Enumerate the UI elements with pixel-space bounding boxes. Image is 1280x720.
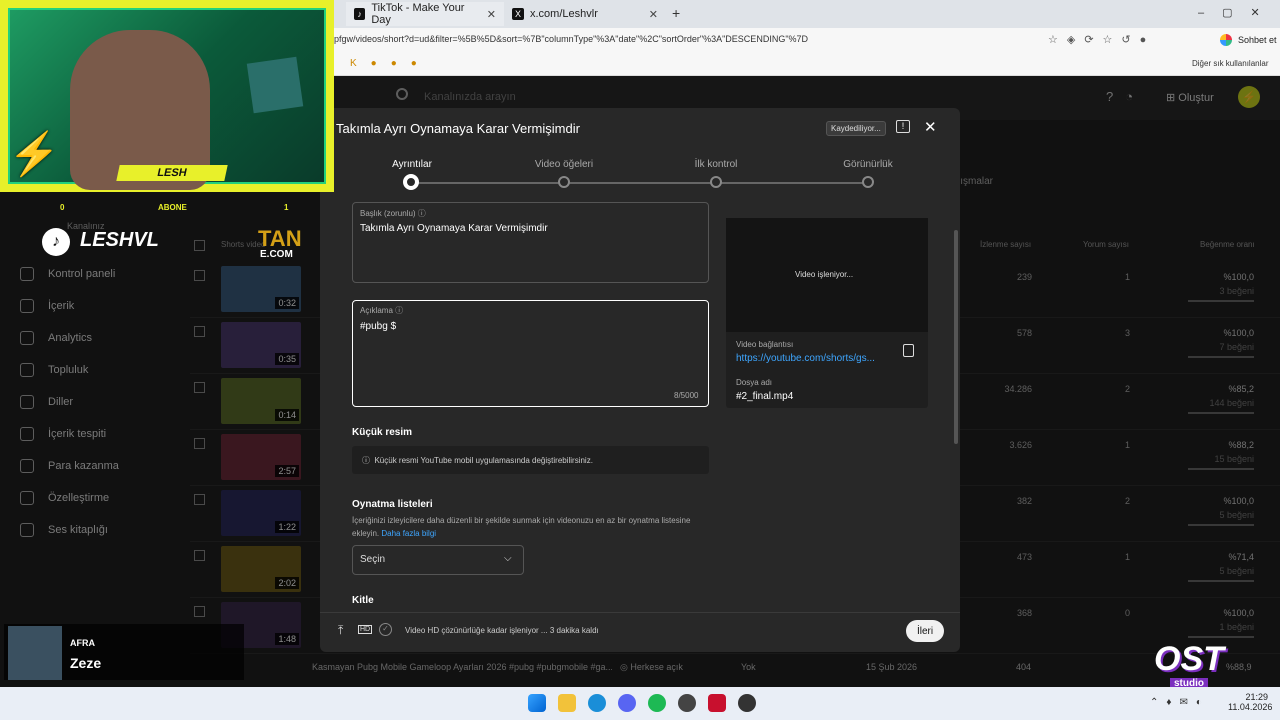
description-input[interactable]: #pubg $	[360, 321, 396, 332]
playlist-desc: İçeriğinizi izleyicilere daha düzenli bi…	[352, 516, 691, 538]
close-tab-icon[interactable]: ✕	[649, 8, 658, 21]
copy-icon[interactable]	[903, 344, 914, 357]
step-dot	[558, 176, 570, 188]
tan-logo-sub: E.COM	[260, 249, 293, 260]
tiktok-logo-icon: ♪	[42, 228, 70, 256]
dialog-title: Takımla Ayrı Oynamaya Karar Vermişimdir	[336, 121, 580, 136]
dialog-scrollbar[interactable]	[954, 230, 958, 444]
browser-toolbar-icons[interactable]: ☆◈⟳☆↺●	[1048, 33, 1155, 46]
follow-count: 0	[60, 203, 65, 212]
step-video-elements[interactable]: Video öğeleri	[504, 159, 624, 170]
step-dot-active	[403, 174, 419, 190]
copilot-icon[interactable]	[1220, 34, 1232, 46]
other-bookmarks[interactable]: Diğer sık kullanılanlar	[1192, 59, 1268, 68]
album-art	[8, 626, 62, 680]
next-button[interactable]: İleri	[906, 620, 944, 642]
app-icon[interactable]	[708, 694, 726, 712]
wall-poster	[246, 56, 304, 114]
playlist-heading: Oynatma listeleri	[352, 499, 433, 510]
file-explorer-icon[interactable]	[558, 694, 576, 712]
step-dot	[710, 176, 722, 188]
abone-label: ABONE	[158, 203, 187, 212]
stepper-line	[410, 182, 868, 184]
chevron-down-icon: ⌵	[504, 553, 512, 564]
link-label: Video bağlantısı	[736, 340, 794, 349]
step-details[interactable]: Ayrıntılar	[352, 159, 472, 170]
lightning-icon: ⚡	[8, 130, 61, 177]
processing-status: Video HD çözünürlüğe kadar işleniyor ...…	[405, 626, 599, 635]
playlist-select-label: Seçin	[360, 554, 386, 565]
close-icon[interactable]: ✕	[924, 118, 937, 136]
processing-label: Video işleniyor...	[795, 270, 854, 279]
window-controls[interactable]: –▢✕	[1198, 6, 1278, 19]
step-dot	[862, 176, 874, 188]
thumbnail-heading: Küçük resim	[352, 427, 413, 438]
check-icon: ✓	[379, 623, 392, 636]
step-checks[interactable]: İlk kontrol	[656, 159, 776, 170]
music-title: Zeze	[70, 655, 102, 671]
start-icon[interactable]	[528, 694, 546, 712]
description-label: Açıklama ⓘ	[360, 306, 404, 315]
tab-x[interactable]: Xx.com/Leshvlr ✕	[504, 2, 666, 26]
new-tab-icon[interactable]: +	[672, 5, 680, 21]
taskbar	[0, 687, 1280, 720]
discord-icon[interactable]	[618, 694, 636, 712]
media-icon[interactable]	[738, 694, 756, 712]
hd-icon: HD	[358, 625, 373, 634]
bookmark-icons[interactable]: K●●●	[350, 58, 431, 69]
video-link[interactable]: https://youtube.com/shorts/gs...	[736, 353, 875, 364]
music-artist: AFRA	[70, 638, 95, 648]
tab-tiktok[interactable]: ♪ TikTok - Make Your Day ✕	[346, 2, 504, 26]
tiktok-icon: ♪	[354, 8, 366, 20]
learn-more-link[interactable]: Daha fazla bilgi	[381, 529, 436, 538]
file-name: #2_final.mp4	[736, 391, 794, 402]
title-input[interactable]: Takımla Ayrı Oynamaya Karar Vermişimdir	[360, 223, 548, 234]
file-label: Dosya adı	[736, 378, 773, 387]
feedback-icon[interactable]: !	[896, 120, 910, 133]
description-counter: 8/5000	[674, 391, 699, 400]
description-field[interactable]	[352, 300, 709, 407]
abone-count: 1	[284, 203, 289, 212]
x-icon: X	[512, 8, 524, 20]
url-text[interactable]: pfgw/videos/short?d=ud&filter=%5B%5D&sor…	[334, 34, 808, 44]
upload-icon: ⤒	[338, 623, 344, 637]
clock[interactable]: 21:29 11.04.2026	[1228, 692, 1272, 712]
ost-logo: OST	[1154, 640, 1224, 678]
audience-heading: Kitle	[352, 595, 374, 606]
spotify-icon[interactable]	[648, 694, 666, 712]
saving-badge: Kaydediliyor...	[826, 121, 886, 136]
app-icon[interactable]	[678, 694, 696, 712]
thumbnail-info: ⓘ Küçük resmi YouTube mobil uygulamasınd…	[362, 456, 593, 465]
title-label: Başlık (zorunlu) ⓘ	[360, 209, 426, 218]
step-visibility[interactable]: Görünürlük	[808, 159, 928, 170]
tiktok-handle: LESHVL	[80, 229, 159, 251]
edge-icon[interactable]	[588, 694, 606, 712]
streamer-name: LESH	[116, 165, 228, 181]
tray-icons[interactable]: ⌃♦✉◐	[1150, 697, 1210, 708]
close-tab-icon[interactable]: ✕	[487, 8, 496, 21]
chat-button[interactable]: Sohbet et	[1238, 35, 1277, 45]
